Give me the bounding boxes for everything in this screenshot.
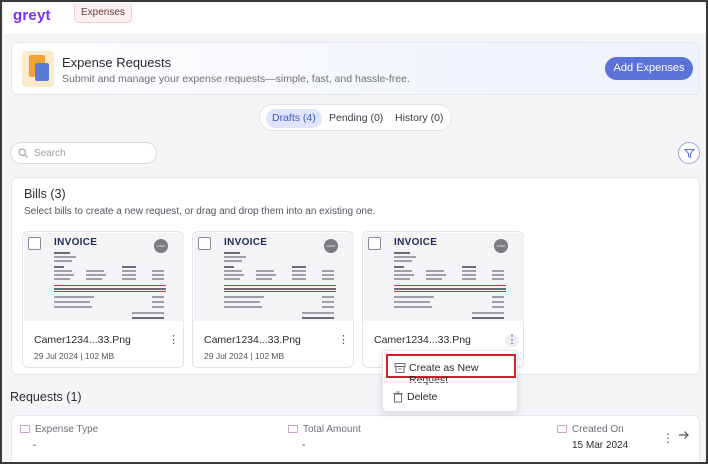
request-row[interactable]: Expense Type Total Amount Created On - -… (11, 415, 700, 462)
bill-checkbox[interactable] (368, 237, 381, 250)
bills-subtitle: Select bills to create a new request, or… (24, 206, 376, 217)
delete-menu-item[interactable]: Delete (386, 385, 516, 409)
arrow-right-icon[interactable] (678, 429, 690, 441)
column-expense-type: Expense Type (20, 424, 98, 435)
bills-panel: Bills (3) Select bills to create a new r… (11, 177, 700, 375)
invoice-logo: LOGO (494, 239, 508, 253)
filter-button[interactable] (678, 142, 700, 164)
more-options-icon[interactable]: ⋮ (168, 333, 179, 347)
bill-filename: Camer1234...33.Png (374, 334, 471, 346)
search-input[interactable]: Search (10, 142, 157, 164)
trash-icon (393, 391, 403, 403)
expense-illustration-icon (22, 51, 54, 87)
folder-icon (20, 425, 30, 433)
more-options-icon[interactable]: ⋮ (338, 333, 349, 347)
bill-filename: Camer1234...33.Png (204, 334, 301, 346)
page-title: Expense Requests (62, 55, 172, 70)
context-menu: Create as New Request Delete (382, 350, 518, 412)
bill-checkbox[interactable] (28, 237, 41, 250)
calendar-icon (557, 425, 567, 433)
app-frame: greyt Expenses Expense Requests Submit a… (0, 0, 708, 464)
tab-drafts[interactable]: Drafts (4) (266, 109, 322, 128)
app-logo[interactable]: greyt (13, 7, 51, 24)
more-options-icon[interactable]: ⋮ (662, 431, 674, 445)
search-placeholder: Search (34, 148, 66, 159)
search-icon (18, 148, 28, 158)
tab-pending[interactable]: Pending (0) (323, 109, 389, 128)
more-options-icon[interactable]: ⋮ (505, 333, 519, 347)
bill-card[interactable]: INVOICE LOGO (192, 231, 354, 368)
top-bar: greyt Expenses (4, 4, 706, 34)
bills-title: Bills (3) (24, 187, 66, 201)
add-expenses-button[interactable]: Add Expenses (605, 57, 693, 80)
create-new-request-menu-item[interactable]: Create as New Request (386, 354, 516, 386)
invoice-heading: INVOICE (394, 237, 438, 248)
invoice-heading: INVOICE (54, 237, 98, 248)
invoice-logo: LOGO (324, 239, 338, 253)
requests-title: Requests (1) (10, 390, 82, 404)
column-total-amount: Total Amount (288, 424, 361, 435)
column-created-on: Created On (557, 424, 624, 435)
bill-filename: Camer1234...33.Png (34, 334, 131, 346)
menu-divider (383, 381, 517, 382)
tab-history[interactable]: History (0) (389, 109, 449, 128)
invoice-logo: LOGO (154, 239, 168, 253)
invoice-thumbnail: INVOICE LOGO (364, 233, 524, 321)
page-header: Expense Requests Submit and manage your … (11, 42, 700, 95)
breadcrumb-tab-expenses[interactable]: Expenses (74, 4, 132, 23)
invoice-thumbnail: INVOICE LOGO (194, 233, 354, 321)
bill-checkbox[interactable] (198, 237, 211, 250)
filter-icon (684, 149, 695, 159)
invoice-heading: INVOICE (224, 237, 268, 248)
created-on-value: 15 Mar 2024 (572, 440, 629, 451)
bill-card[interactable]: INVOICE LOGO (22, 231, 184, 368)
bill-meta: 29 Jul 2024 | 102 MB (204, 351, 285, 361)
expense-type-value: - (33, 440, 37, 451)
bill-card[interactable]: INVOICE LOGO (362, 231, 524, 368)
wallet-icon (288, 425, 298, 433)
invoice-thumbnail: INVOICE LOGO (24, 233, 184, 321)
page-subtitle: Submit and manage your expense requests—… (62, 73, 410, 85)
total-amount-value: - (302, 440, 306, 451)
status-tabs: Drafts (4) Pending (0) History (0) (259, 104, 452, 131)
archive-icon (394, 363, 406, 373)
bill-meta: 29 Jul 2024 | 102 MB (34, 351, 115, 361)
